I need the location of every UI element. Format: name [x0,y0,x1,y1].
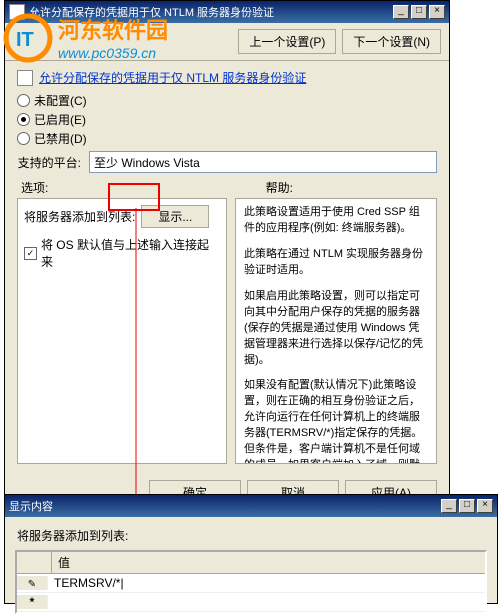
options-label: 选项: [21,179,48,196]
dialog-titlebar: 显示内容 _ □ × [5,495,497,517]
help-panel: 此策略设置适用于使用 Cred SSP 组件的应用程序(例如: 终端服务器)。 … [235,198,437,464]
supported-field: 至少 Windows Vista [89,151,437,173]
policy-title: 允许分配保存的凭据用于仅 NTLM 服务器身份验证 [39,69,306,86]
prev-setting-button[interactable]: 上一个设置(P) [238,29,336,54]
add-servers-label: 将服务器添加到列表: [24,208,135,225]
servers-grid[interactable]: 值 TERMSRV/* [15,550,487,614]
dialog-title: 显示内容 [9,498,441,514]
radio-not-configured-label: 未配置(C) [34,92,87,109]
dialog-prompt: 将服务器添加到列表: [17,527,485,544]
dialog-close-icon[interactable]: × [477,499,493,513]
grid-header-blank [17,552,52,573]
maximize-icon[interactable]: □ [411,5,427,19]
main-titlebar: 允许分配保存的凭据用于仅 NTLM 服务器身份验证 _ □ × [5,1,449,23]
dialog-minimize-icon[interactable]: _ [441,499,457,513]
radio-not-configured[interactable] [17,94,30,107]
show-button[interactable]: 显示... [141,205,209,228]
minimize-icon[interactable]: _ [393,5,409,19]
help-p4: 如果没有配置(默认情况下)此策略设置，则在正确的相互身份验证之后，允许向运行在任… [244,378,428,464]
window-title: 允许分配保存的凭据用于仅 NTLM 服务器身份验证 [29,4,393,20]
radio-enabled-label: 已启用(E) [34,111,86,128]
dialog-maximize-icon[interactable]: □ [459,499,475,513]
radio-disabled-label: 已禁用(D) [34,130,87,147]
grid-header-value: 值 [52,552,485,573]
policy-icon [17,70,33,86]
radio-disabled[interactable] [17,132,30,145]
help-p1: 此策略设置适用于使用 Cred SSP 组件的应用程序(例如: 终端服务器)。 [244,205,428,237]
combine-defaults-label: 将 OS 默认值与上述输入连接起来 [41,236,220,270]
close-icon[interactable]: × [429,5,445,19]
grid-cell-value[interactable]: TERMSRV/* [48,576,485,590]
radio-enabled[interactable] [17,113,30,126]
help-label: 帮助: [266,179,433,196]
help-p3: 如果启用此策略设置，则可以指定可向其中分配用户保存的凭据的服务器(保存的凭据是通… [244,289,428,369]
nav-toolbar: 上一个设置(P) 下一个设置(N) [5,23,449,61]
help-p2: 此策略在通过 NTLM 实现服务器身份验证时适用。 [244,247,428,279]
supported-label: 支持的平台: [17,154,81,171]
options-panel: 将服务器添加到列表: 显示... ✓ 将 OS 默认值与上述输入连接起来 [17,198,227,464]
new-row-icon [17,595,48,609]
next-setting-button[interactable]: 下一个设置(N) [342,29,441,54]
pencil-icon [17,576,48,590]
window-icon [9,4,25,20]
combine-defaults-checkbox[interactable]: ✓ [24,247,37,260]
